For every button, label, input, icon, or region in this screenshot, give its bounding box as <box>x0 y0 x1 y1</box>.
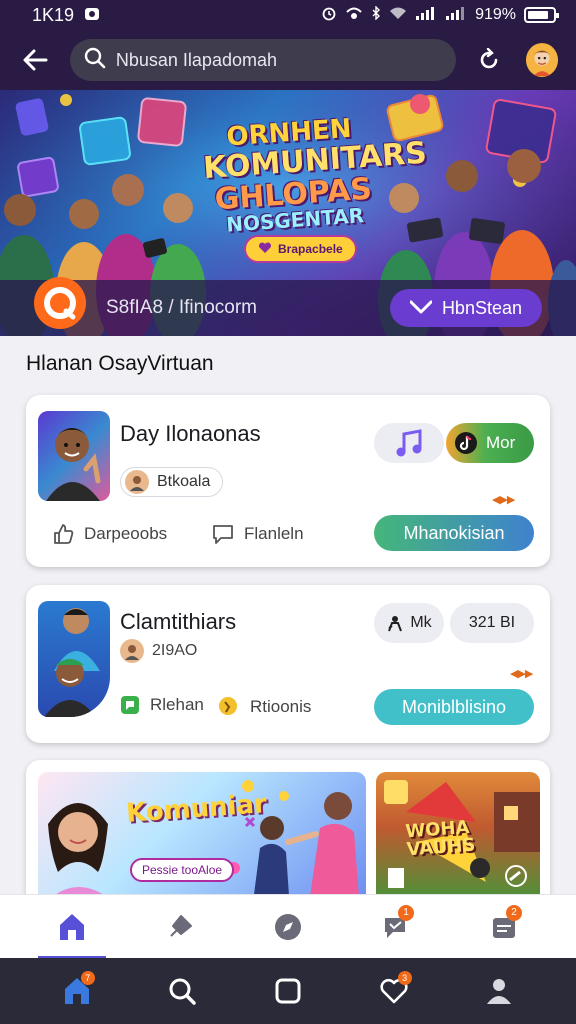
person-icon <box>487 979 512 1004</box>
card-title: Clamtithiars <box>120 609 237 634</box>
banner-chip-label: Brapacbele <box>278 242 343 256</box>
banner-title: ORNHEN KOMUNITARS GHLOPAS NOSGENTAR <box>200 114 428 237</box>
banner-chip[interactable]: Brapacbele <box>244 235 357 263</box>
battery-percent: 919% <box>475 6 516 23</box>
top-header <box>0 30 576 90</box>
members-button[interactable]: Mk <box>374 603 444 643</box>
pin-icon <box>170 914 192 937</box>
app-notification-icon <box>84 5 100 26</box>
arrow-left-icon <box>23 49 48 71</box>
status-time: 1K19 <box>32 4 75 25</box>
like-action[interactable]: Darpeoobs <box>52 523 167 545</box>
comment-icon <box>213 525 233 544</box>
nav-pin[interactable] <box>152 899 208 955</box>
compass-icon <box>275 913 301 940</box>
home-icon <box>60 913 84 940</box>
card-user-pill[interactable]: Btkoala <box>120 467 224 497</box>
side-promo-title: WOHA VAUHS <box>404 816 477 861</box>
side-promo-banner[interactable]: WOHA VAUHS <box>376 772 540 910</box>
refresh-icon <box>480 48 498 69</box>
banner-info-bar: S8fIA8 / Ifinocorm HbnStean <box>0 277 576 336</box>
promo-banner[interactable]: Komuniar Pessie tooAloe <box>38 772 366 910</box>
heart-icon <box>258 241 272 258</box>
chat-icon <box>121 696 139 714</box>
promo-chip[interactable]: Pessie tooAloe <box>130 858 235 882</box>
nav-home[interactable] <box>38 899 106 959</box>
card-title: Day Ilonaonas <box>120 421 261 446</box>
brand-text: S8fIA8 / Ifinocorm <box>106 297 258 318</box>
reward-action-label: Rtioonis <box>250 697 312 716</box>
alarm-icon <box>321 5 337 26</box>
hotspot-icon <box>345 6 363 25</box>
person-icon <box>388 616 403 632</box>
profile-avatar[interactable] <box>526 43 558 77</box>
search-icon <box>84 47 106 74</box>
sys-search[interactable] <box>154 963 210 1019</box>
chevrons-icon: ◀▶▶ <box>510 668 533 680</box>
back-button[interactable] <box>18 42 52 78</box>
bluetooth-icon <box>371 4 381 25</box>
music-button[interactable] <box>374 423 444 463</box>
sys-favorites[interactable]: 3 <box>366 963 422 1019</box>
like-action-label: Darpeoobs <box>84 524 168 543</box>
square-icon <box>275 978 301 1004</box>
community-card[interactable]: Clamtithiars 2I9AO Mk 321 BI ◀▶▶ Rlehan … <box>26 585 550 743</box>
messages-badge: 1 <box>398 904 414 921</box>
favorites-badge: 3 <box>397 971 412 985</box>
system-nav: 7 3 <box>0 958 576 1024</box>
home-badge: 7 <box>80 971 95 985</box>
send-icon <box>409 300 432 314</box>
wifi-icon <box>389 6 407 25</box>
sys-profile[interactable] <box>471 963 527 1019</box>
nav-inbox[interactable]: 2 <box>476 899 532 955</box>
more-tag[interactable]: Mor <box>446 423 534 463</box>
signal-icon-2 <box>445 6 467 25</box>
nav-messages[interactable]: 1 <box>368 899 424 955</box>
battery-icon <box>524 7 559 23</box>
chat-action-label: Rlehan <box>150 695 204 714</box>
chevrons-icon: ◀▶▶ <box>492 494 515 506</box>
sys-recents[interactable] <box>260 963 316 1019</box>
hero-banner[interactable]: ORNHEN KOMUNITARS GHLOPAS NOSGENTAR Brap… <box>0 90 576 336</box>
sys-home[interactable]: 7 <box>49 963 105 1019</box>
search-icon <box>169 978 197 1005</box>
promo-card[interactable]: Komuniar Pessie tooAloe WOHA VAUHS <box>26 760 550 910</box>
card-thumbnail <box>38 601 110 717</box>
join-community-button[interactable]: Moniblblisino <box>374 689 534 725</box>
reward-action[interactable]: Rtioonis <box>216 695 311 719</box>
tiktok-icon <box>455 432 477 454</box>
members-label: Mk <box>410 614 432 631</box>
search-bar[interactable] <box>69 39 456 81</box>
comment-action[interactable]: Flanleln <box>212 523 304 545</box>
count-label: 321 BI <box>468 614 516 631</box>
comment-action-label: Flanleln <box>244 524 304 543</box>
join-button[interactable]: HbnStean <box>389 289 542 327</box>
thumbs-up-icon <box>54 524 74 544</box>
inbox-badge: 2 <box>506 904 522 921</box>
brand-logo <box>34 277 86 329</box>
user-avatar <box>125 470 149 494</box>
card-user-info: 2I9AO <box>120 639 197 663</box>
chat-action[interactable]: Rlehan <box>120 695 204 715</box>
join-community-button[interactable]: Mhanokisian <box>374 515 534 551</box>
bottom-nav: 1 2 <box>0 894 576 959</box>
card-thumbnail <box>38 411 110 501</box>
card-user-label: Btkoala <box>157 473 211 490</box>
nav-explore[interactable] <box>260 899 316 955</box>
more-tag-label: Mor <box>486 433 516 452</box>
music-note-icon <box>396 429 422 457</box>
card-user-label: 2I9AO <box>152 642 198 659</box>
status-bar: 1K19 919% <box>0 0 576 30</box>
search-input[interactable] <box>115 49 442 71</box>
signal-icon <box>415 6 437 25</box>
count-pill[interactable]: 321 BI <box>450 603 534 643</box>
user-avatar <box>120 639 144 663</box>
community-card[interactable]: Day Ilonaonas Btkoala Mor ◀▶▶ Darpeoobs … <box>26 395 550 567</box>
join-button-label: HbnStean <box>441 297 522 318</box>
lightbulb-icon <box>219 697 237 715</box>
section-title: Hlanan OsayVirtuan <box>26 352 214 375</box>
refresh-button[interactable] <box>474 44 504 76</box>
